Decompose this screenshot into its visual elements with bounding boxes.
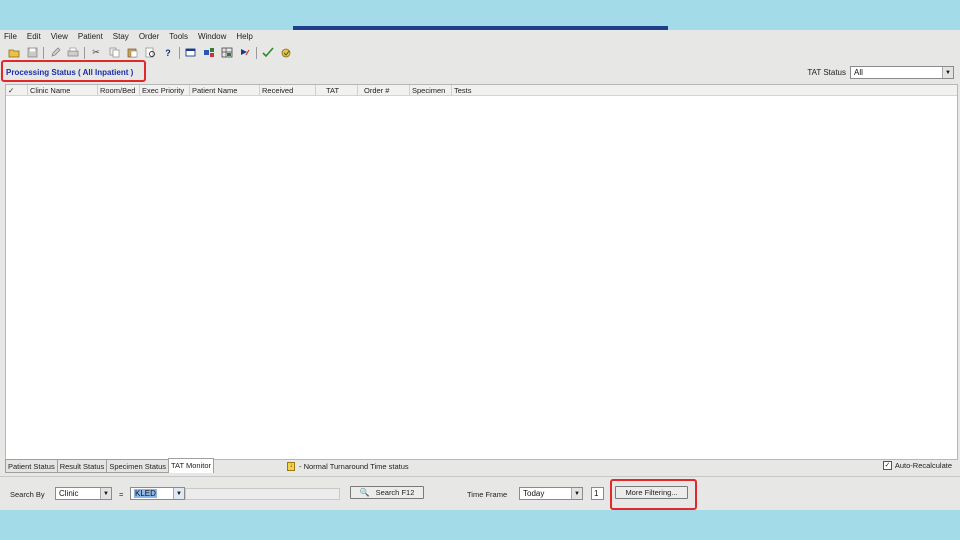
column-header-tat[interactable]: TAT xyxy=(316,85,358,96)
menu-view[interactable]: View xyxy=(51,32,68,41)
auto-recalculate-checkbox[interactable]: ✓ xyxy=(882,461,892,470)
tat-status-label: TAT Status xyxy=(807,68,846,77)
open-icon[interactable] xyxy=(7,46,21,60)
auto-recalculate-label: Auto-Recalculate xyxy=(894,461,952,470)
save-icon[interactable] xyxy=(25,46,39,60)
time-frame-select[interactable]: Today ▼ xyxy=(519,487,583,500)
search-button-label: Search F12 xyxy=(375,488,415,497)
grid-header: ✓ Clinic Name Room/Bed Exec Priority Pat… xyxy=(6,85,957,96)
menu-patient[interactable]: Patient xyxy=(78,32,103,41)
toolbar-separator xyxy=(84,46,85,59)
tat-status-filter: TAT Status All ▼ xyxy=(807,66,954,79)
toolbar: ✂ ? xyxy=(0,44,960,61)
help-icon[interactable]: ? xyxy=(161,46,175,60)
time-frame-value: Today xyxy=(523,489,545,498)
auto-recalculate-option: ✓ Auto-Recalculate xyxy=(882,461,952,470)
refresh-icon[interactable] xyxy=(279,46,293,60)
tab-specimen-status[interactable]: Specimen Status xyxy=(106,459,170,473)
copy-icon[interactable] xyxy=(107,46,121,60)
tat-monitor-grid[interactable]: ✓ Clinic Name Room/Bed Exec Priority Pat… xyxy=(5,84,958,460)
column-header-clinic-name[interactable]: Clinic Name xyxy=(28,85,98,96)
column-header-patient-name[interactable]: Patient Name xyxy=(190,85,260,96)
toolbar-separator xyxy=(43,46,44,59)
bottom-background xyxy=(0,510,960,540)
search-by-label: Search By xyxy=(10,490,45,499)
menu-file[interactable]: File xyxy=(4,32,17,41)
flowsheet-icon[interactable] xyxy=(202,46,216,60)
time-frame-count-input[interactable]: 1 xyxy=(591,487,604,500)
column-header-exec-priority[interactable]: Exec Priority xyxy=(140,85,190,96)
search-value-combo[interactable]: KLED ▼ xyxy=(130,487,185,500)
paste-icon[interactable] xyxy=(125,46,139,60)
tat-legend: ↓ - Normal Turnaround Time status xyxy=(287,462,409,471)
toolbar-separator xyxy=(179,46,180,59)
toolbar-separator xyxy=(256,46,257,59)
search-value-extension xyxy=(185,488,340,500)
print-preview-icon[interactable] xyxy=(143,46,157,60)
column-header-order-number[interactable]: Order # xyxy=(358,85,410,96)
column-header-tests[interactable]: Tests xyxy=(452,85,957,96)
run-icon[interactable] xyxy=(238,46,252,60)
menu-bar: File Edit View Patient Stay Order Tools … xyxy=(0,30,960,43)
column-header-room-bed[interactable]: Room/Bed xyxy=(98,85,140,96)
tab-result-status[interactable]: Result Status xyxy=(56,459,108,473)
tab-tat-monitor[interactable]: TAT Monitor xyxy=(168,458,215,473)
operator-label: = xyxy=(119,490,124,499)
search-by-value: Clinic xyxy=(59,489,79,498)
menu-window[interactable]: Window xyxy=(198,32,226,41)
tat-status-select[interactable]: All ▼ xyxy=(850,66,954,79)
menu-stay[interactable]: Stay xyxy=(113,32,129,41)
time-frame-count-value: 1 xyxy=(594,489,599,498)
patient-grid-icon[interactable] xyxy=(220,46,234,60)
application-window: File Edit View Patient Stay Order Tools … xyxy=(0,30,960,510)
tab-patient-status[interactable]: Patient Status xyxy=(5,459,58,473)
highlight-box-more-filtering xyxy=(610,479,697,510)
menu-order[interactable]: Order xyxy=(139,32,159,41)
column-header-received[interactable]: Received xyxy=(260,85,316,96)
chevron-down-icon[interactable]: ▼ xyxy=(173,488,184,499)
chevron-down-icon[interactable]: ▼ xyxy=(942,67,953,78)
menu-edit[interactable]: Edit xyxy=(27,32,41,41)
approve-icon[interactable] xyxy=(261,46,275,60)
tat-status-value: All xyxy=(854,68,863,77)
print-icon[interactable] xyxy=(66,46,80,60)
search-by-select[interactable]: Clinic ▼ xyxy=(55,487,112,500)
menu-help[interactable]: Help xyxy=(236,32,252,41)
edit-icon[interactable] xyxy=(48,46,62,60)
column-header-check[interactable]: ✓ xyxy=(6,85,28,96)
legend-text: - Normal Turnaround Time status xyxy=(299,462,409,471)
search-bar: Search By Clinic ▼ = KLED ▼ 🔍 Search F12… xyxy=(0,476,960,510)
chevron-down-icon[interactable]: ▼ xyxy=(100,488,111,499)
chevron-down-icon[interactable]: ▼ xyxy=(571,488,582,499)
column-header-specimen[interactable]: Specimen xyxy=(410,85,452,96)
search-value-text: KLED xyxy=(134,489,157,498)
normal-tat-icon: ↓ xyxy=(287,462,295,471)
status-tabs: Patient Status Result Status Specimen St… xyxy=(5,458,215,474)
new-window-icon[interactable] xyxy=(184,46,198,60)
time-frame-label: Time Frame xyxy=(467,490,508,499)
menu-tools[interactable]: Tools xyxy=(169,32,188,41)
cut-icon[interactable]: ✂ xyxy=(89,46,103,60)
highlight-box-title xyxy=(1,60,146,82)
search-button[interactable]: 🔍 Search F12 xyxy=(350,486,424,499)
search-icon: 🔍 xyxy=(359,488,370,497)
